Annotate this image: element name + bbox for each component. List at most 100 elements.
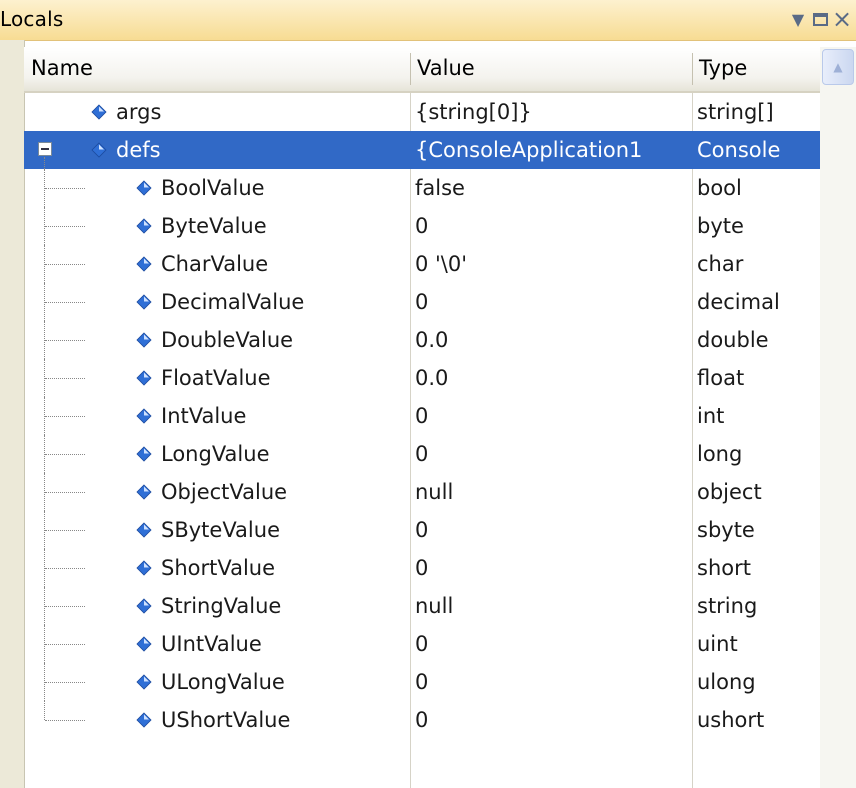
row-name: SByteValue bbox=[161, 518, 280, 542]
row-type: string bbox=[697, 594, 758, 618]
left-margin bbox=[0, 40, 25, 788]
tree-connector bbox=[44, 321, 46, 359]
row-value[interactable]: 0 bbox=[410, 283, 687, 321]
row-name: StringValue bbox=[161, 594, 282, 618]
collapse-toggle-icon[interactable] bbox=[38, 142, 52, 156]
table-row[interactable]: CharValue 0 '\0' char bbox=[24, 245, 820, 283]
tree-connector bbox=[44, 245, 46, 283]
row-value[interactable]: 0 bbox=[410, 701, 687, 739]
scroll-up-icon[interactable]: ▲ bbox=[822, 49, 854, 85]
row-name: ULongValue bbox=[161, 670, 285, 694]
tree-connector bbox=[44, 625, 46, 663]
row-value[interactable]: {string[0]} bbox=[410, 93, 687, 131]
row-name: LongValue bbox=[161, 442, 270, 466]
field-icon bbox=[136, 446, 152, 462]
row-type: float bbox=[697, 366, 745, 390]
field-icon bbox=[136, 370, 152, 386]
field-icon bbox=[136, 256, 152, 272]
field-icon bbox=[91, 104, 107, 120]
row-type: byte bbox=[697, 214, 744, 238]
row-name: ShortValue bbox=[161, 556, 276, 580]
tree-connector bbox=[45, 416, 85, 418]
table-row[interactable]: FloatValue 0.0 float bbox=[24, 359, 820, 397]
tree-connector bbox=[44, 435, 46, 473]
row-value[interactable]: 0 '\0' bbox=[410, 245, 687, 283]
row-value[interactable]: 0 bbox=[410, 549, 687, 587]
field-icon bbox=[136, 218, 152, 234]
table-row[interactable]: args {string[0]} string[] bbox=[24, 93, 820, 131]
row-value[interactable]: 0 bbox=[410, 625, 687, 663]
tree-connector bbox=[45, 340, 85, 342]
row-type: ushort bbox=[697, 708, 765, 732]
tree-connector bbox=[45, 302, 85, 304]
table-row[interactable]: SByteValue 0 sbyte bbox=[24, 511, 820, 549]
row-value[interactable]: 0 bbox=[410, 663, 687, 701]
field-icon bbox=[136, 598, 152, 614]
field-icon bbox=[91, 142, 107, 158]
row-name: CharValue bbox=[161, 252, 269, 276]
table-row[interactable]: StringValue null string bbox=[24, 587, 820, 625]
row-type: uint bbox=[697, 632, 738, 656]
tree-connector bbox=[45, 568, 85, 570]
row-value[interactable]: 0 bbox=[410, 435, 687, 473]
field-icon bbox=[136, 674, 152, 690]
tree-connector bbox=[45, 454, 85, 456]
row-value[interactable]: null bbox=[410, 473, 687, 511]
locals-grid: args {string[0]} string[] defs {ConsoleAppli… bbox=[24, 93, 820, 788]
row-name: args bbox=[116, 100, 162, 124]
row-name: IntValue bbox=[161, 404, 247, 428]
row-type: object bbox=[697, 480, 762, 504]
vertical-scrollbar[interactable]: ▲ bbox=[820, 47, 856, 788]
tree-connector bbox=[44, 473, 46, 511]
row-type: int bbox=[697, 404, 725, 428]
tree-connector bbox=[44, 397, 46, 435]
window-title: Locals bbox=[0, 7, 64, 31]
locals-window: Locals ▼ × Name Value Type ▲ args {string… bbox=[0, 0, 856, 788]
table-row[interactable]: UShortValue 0 ushort bbox=[24, 701, 820, 739]
tree-connector bbox=[45, 264, 85, 266]
field-icon bbox=[136, 332, 152, 348]
field-icon bbox=[136, 408, 152, 424]
tree-connector bbox=[45, 606, 85, 608]
field-icon bbox=[136, 636, 152, 652]
column-header-name[interactable]: Name bbox=[24, 47, 410, 91]
row-value[interactable]: 0.0 bbox=[410, 359, 687, 397]
column-header: Name Value Type bbox=[24, 47, 820, 93]
row-type: Console bbox=[697, 138, 781, 162]
table-row-selected[interactable]: defs {ConsoleApplication1 Console bbox=[24, 131, 820, 169]
row-value[interactable]: 0 bbox=[410, 397, 687, 435]
column-header-value[interactable]: Value bbox=[410, 47, 692, 91]
row-value[interactable]: 0 bbox=[410, 207, 687, 245]
table-row[interactable]: ShortValue 0 short bbox=[24, 549, 820, 587]
field-icon bbox=[136, 294, 152, 310]
title-bar: Locals ▼ × bbox=[0, 0, 856, 41]
row-name: DecimalValue bbox=[161, 290, 305, 314]
tree-connector bbox=[45, 682, 85, 684]
row-value[interactable]: null bbox=[410, 587, 687, 625]
field-icon bbox=[136, 712, 152, 728]
row-name: FloatValue bbox=[161, 366, 271, 390]
table-row[interactable]: DoubleValue 0.0 double bbox=[24, 321, 820, 359]
row-value[interactable]: 0.0 bbox=[410, 321, 687, 359]
row-name: UIntValue bbox=[161, 632, 262, 656]
row-type: long bbox=[697, 442, 743, 466]
row-value[interactable]: {ConsoleApplication1 bbox=[410, 131, 687, 169]
field-icon bbox=[136, 484, 152, 500]
table-row[interactable]: UIntValue 0 uint bbox=[24, 625, 820, 663]
table-row[interactable]: DecimalValue 0 decimal bbox=[24, 283, 820, 321]
close-icon[interactable]: × bbox=[829, 4, 855, 34]
table-row[interactable]: ByteValue 0 byte bbox=[24, 207, 820, 245]
row-value[interactable]: false bbox=[410, 169, 687, 207]
tree-connector bbox=[45, 492, 85, 494]
tree-connector bbox=[45, 378, 85, 380]
table-row[interactable]: LongValue 0 long bbox=[24, 435, 820, 473]
table-row[interactable]: BoolValue false bool bbox=[24, 169, 820, 207]
row-name: defs bbox=[116, 138, 161, 162]
table-row[interactable]: ObjectValue null object bbox=[24, 473, 820, 511]
row-name: UShortValue bbox=[161, 708, 291, 732]
table-row[interactable]: ULongValue 0 ulong bbox=[24, 663, 820, 701]
row-value[interactable]: 0 bbox=[410, 511, 687, 549]
tree-connector bbox=[44, 663, 46, 701]
table-row[interactable]: IntValue 0 int bbox=[24, 397, 820, 435]
column-header-type[interactable]: Type bbox=[692, 47, 820, 91]
